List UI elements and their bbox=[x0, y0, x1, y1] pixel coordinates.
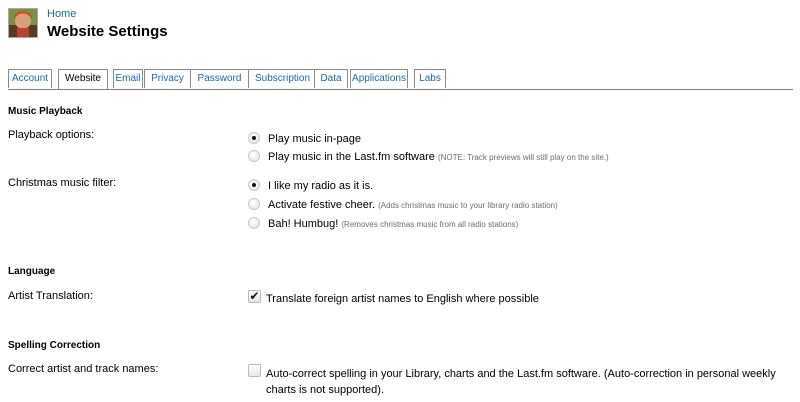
checkmark-icon: ✔ bbox=[249, 289, 260, 303]
radio-festive-cheer[interactable] bbox=[248, 198, 260, 210]
section-language: Language bbox=[8, 266, 56, 277]
settings-tabs: Account Website Email Privacy Password S… bbox=[8, 69, 793, 90]
option-text: Play music in-page bbox=[268, 133, 361, 145]
avatar-image bbox=[9, 9, 37, 37]
tab-applications[interactable]: Applications bbox=[350, 69, 408, 88]
radio-bah-humbug[interactable] bbox=[248, 217, 260, 229]
section-music-playback: Music Playback bbox=[8, 106, 83, 117]
checkbox-auto-correct[interactable] bbox=[248, 364, 261, 377]
radio-play-in-software[interactable] bbox=[248, 150, 260, 162]
tab-account[interactable]: Account bbox=[8, 69, 52, 88]
correct-names-label: Correct artist and track names: bbox=[8, 363, 159, 375]
option-text: Activate festive cheer. bbox=[268, 199, 375, 211]
avatar[interactable] bbox=[8, 8, 38, 38]
tab-privacy[interactable]: Privacy bbox=[144, 69, 191, 88]
home-link[interactable]: Home bbox=[47, 8, 76, 20]
playback-options-label: Playback options: bbox=[8, 129, 95, 141]
auto-correct-text[interactable]: Auto-correct spelling in your Library, c… bbox=[266, 366, 786, 398]
option-note: (Adds christmas music to your library ra… bbox=[378, 201, 558, 210]
option-text: Bah! Humbug! bbox=[268, 218, 339, 230]
tab-data[interactable]: Data bbox=[314, 69, 348, 88]
tab-website[interactable]: Website bbox=[58, 69, 108, 89]
option-note: (NOTE: Track previews will still play on… bbox=[437, 153, 609, 162]
translate-artists-text[interactable]: Translate foreign artist names to Englis… bbox=[266, 293, 539, 305]
option-festive-cheer[interactable]: Activate festive cheer. (Adds christmas … bbox=[268, 199, 558, 211]
option-play-in-software[interactable]: Play music in the Last.fm software (NOTE… bbox=[268, 151, 609, 163]
page-title: Website Settings bbox=[47, 23, 168, 40]
christmas-filter-label: Christmas music filter: bbox=[8, 177, 117, 189]
option-radio-as-is[interactable]: I like my radio as it is. bbox=[268, 180, 373, 192]
radio-radio-as-is[interactable] bbox=[248, 179, 260, 191]
option-play-in-page[interactable]: Play music in-page bbox=[268, 133, 361, 145]
option-text: I like my radio as it is. bbox=[268, 180, 374, 192]
option-text: Play music in the Last.fm software bbox=[268, 151, 435, 163]
radio-play-in-page[interactable] bbox=[248, 132, 260, 144]
checkbox-translate-artists[interactable]: ✔ bbox=[248, 290, 261, 303]
tab-subscription[interactable]: Subscription bbox=[248, 69, 317, 88]
tab-email[interactable]: Email bbox=[113, 69, 143, 88]
tab-password[interactable]: Password bbox=[190, 69, 249, 88]
artist-translation-label: Artist Translation: bbox=[8, 290, 93, 302]
tab-labs[interactable]: Labs bbox=[414, 69, 446, 88]
option-bah-humbug[interactable]: Bah! Humbug! (Removes christmas music fr… bbox=[268, 218, 518, 230]
section-spelling-correction: Spelling Correction bbox=[8, 340, 101, 351]
option-note: (Removes christmas music from all radio … bbox=[341, 220, 519, 229]
